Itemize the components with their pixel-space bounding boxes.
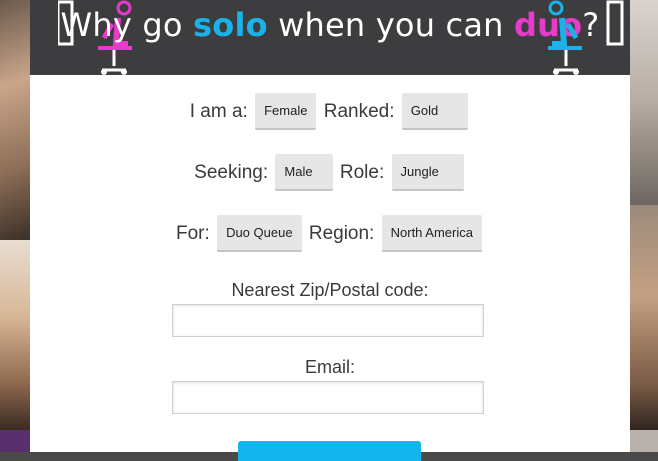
region-select[interactable]: North America — [381, 215, 482, 252]
email-input[interactable] — [172, 381, 484, 414]
submit-button[interactable] — [238, 441, 421, 461]
ranked-label: Ranked: — [323, 100, 395, 122]
i-am-label: I am a: — [189, 100, 248, 122]
seeking-label: Seeking: — [194, 161, 269, 183]
seeking-select[interactable]: Male — [275, 154, 333, 191]
hero-banner: Why go solo when you can duo? — [30, 0, 630, 75]
blue-gamer-figure-icon — [548, 0, 624, 75]
zip-input[interactable] — [172, 304, 484, 337]
role-label: Role: — [339, 161, 385, 183]
queue-select[interactable]: Duo Queue — [217, 215, 302, 252]
background-photo-collage-left — [0, 0, 30, 452]
role-select[interactable]: Jungle — [391, 154, 464, 191]
queue-region-row: For: Duo Queue Region: North America — [30, 215, 630, 252]
signup-form-panel: I am a: Female Ranked: Gold Seeking: Mal… — [30, 75, 630, 461]
gender-select[interactable]: Female — [255, 93, 317, 130]
banner-title-text-2: when you can — [267, 6, 515, 44]
background-photo-collage-right — [630, 0, 658, 452]
rank-select[interactable]: Gold — [401, 93, 469, 130]
gender-rank-row: I am a: Female Ranked: Gold — [30, 93, 630, 130]
banner-title-solo: solo — [193, 6, 268, 44]
region-label: Region: — [308, 222, 375, 244]
banner-title-text-1: Why go — [60, 6, 194, 44]
email-label: Email: — [304, 357, 355, 377]
zip-label: Nearest Zip/Postal code: — [231, 280, 429, 300]
for-label: For: — [176, 222, 210, 244]
seeking-role-row: Seeking: Male Role: Jungle — [30, 154, 630, 191]
